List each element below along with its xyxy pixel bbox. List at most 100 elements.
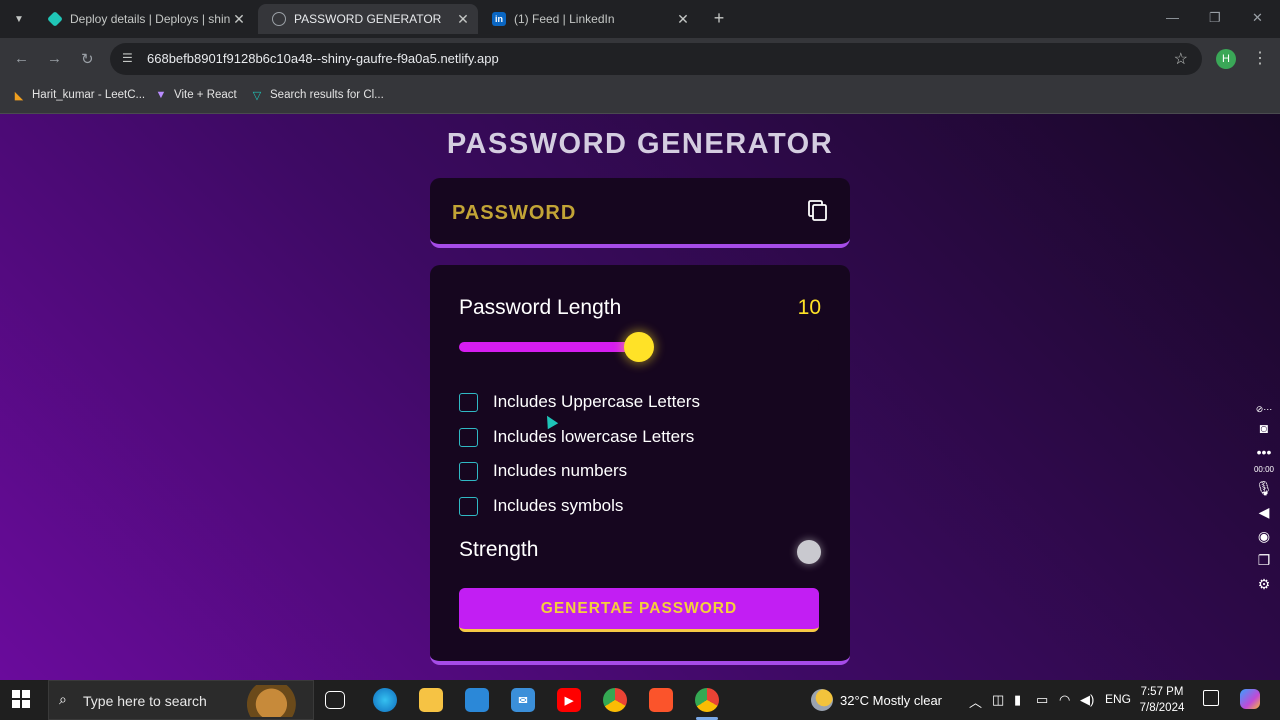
password-display: PASSWORD: [430, 178, 850, 248]
file-explorer-icon[interactable]: [419, 688, 443, 712]
bookmark-search-results[interactable]: ▽ Search results for Cl...: [250, 88, 384, 102]
option-numbers[interactable]: Includes numbers: [459, 461, 627, 481]
forward-icon[interactable]: →: [47, 50, 62, 67]
vuetify-icon: ▽: [252, 89, 262, 102]
search-highlight-image: [245, 685, 311, 717]
battery-icon[interactable]: ▭: [1036, 692, 1048, 708]
profile-avatar[interactable]: H: [1216, 49, 1236, 69]
option-label: Includes Uppercase Letters: [493, 392, 700, 411]
clock-time: 7:57 PM: [1140, 686, 1184, 698]
microphone-tray-icon[interactable]: ▮: [1014, 692, 1021, 708]
restore-icon[interactable]: ❐: [1209, 10, 1221, 26]
site-info-icon[interactable]: ☰: [122, 51, 136, 65]
chrome-active-icon[interactable]: [695, 688, 719, 712]
tab-linkedin[interactable]: in (1) Feed | LinkedIn ✕: [478, 4, 698, 34]
copy-icon[interactable]: [806, 198, 830, 222]
close-tab-icon[interactable]: ✕: [674, 11, 692, 28]
close-tab-icon[interactable]: ✕: [454, 11, 472, 28]
system-clock[interactable]: 7:57 PM 7/8/2024: [1136, 684, 1188, 716]
option-symbols[interactable]: Includes symbols: [459, 496, 623, 516]
task-view-icon[interactable]: [325, 691, 345, 709]
lowercase-checkbox[interactable]: [459, 427, 478, 447]
language-indicator[interactable]: ENG: [1105, 692, 1131, 706]
camera-icon[interactable]: ◙: [1250, 416, 1278, 440]
edge-icon[interactable]: [373, 688, 397, 712]
leetcode-icon: ◣: [14, 89, 24, 102]
tab-title: PASSWORD GENERATOR: [294, 12, 442, 26]
tab-search-icon[interactable]: ▼: [8, 8, 30, 30]
bookmark-vite-react[interactable]: ▼ Vite + React: [154, 88, 237, 102]
reload-icon[interactable]: ↻: [81, 50, 94, 68]
windows-icon[interactable]: ❐: [1250, 548, 1278, 572]
password-text: PASSWORD: [452, 202, 577, 224]
option-label: Includes symbols: [493, 496, 624, 515]
windows-start-icon[interactable]: [12, 690, 30, 708]
new-tab-button[interactable]: +: [708, 8, 730, 29]
weather-icon[interactable]: [811, 689, 833, 711]
clock-date: 7/8/2024: [1139, 702, 1185, 714]
bookmark-label: Search results for Cl...: [270, 89, 384, 101]
length-slider[interactable]: [459, 332, 819, 362]
meet-icon[interactable]: ◫: [992, 692, 1004, 708]
address-bar[interactable]: ☰ 668befb8901f9128b6c10a48--shiny-gaufre…: [110, 43, 1202, 75]
volume-icon[interactable]: ◀): [1080, 692, 1094, 708]
netlify-icon: [47, 11, 63, 27]
mail-icon[interactable]: ✉: [511, 688, 535, 712]
strength-indicator: [797, 540, 821, 564]
slider-fill: [459, 342, 639, 352]
close-window-icon[interactable]: ✕: [1252, 10, 1263, 26]
tab-deploy-details[interactable]: Deploy details | Deploys | shiny ✕: [34, 4, 254, 34]
option-lowercase[interactable]: Includes lowercase Letters: [459, 427, 694, 447]
option-uppercase[interactable]: Includes Uppercase Letters: [459, 392, 700, 412]
browser-menu-icon[interactable]: ⋮: [1252, 48, 1268, 68]
more-icon[interactable]: •••: [1250, 440, 1278, 464]
speaker-icon[interactable]: ◀: [1250, 500, 1278, 524]
wifi-icon[interactable]: ◠: [1059, 692, 1070, 708]
settings-gear-icon[interactable]: ⚙: [1250, 572, 1278, 596]
linkedin-icon: in: [492, 12, 506, 26]
tray-overflow-icon[interactable]: ︿: [969, 692, 982, 711]
vite-icon: ▼: [155, 89, 167, 101]
weather-text[interactable]: 32°C Mostly clear: [840, 693, 942, 708]
password-length-value: 10: [797, 296, 821, 319]
uppercase-checkbox[interactable]: [459, 392, 478, 412]
globe-icon: [272, 12, 286, 26]
recorder-toolbar: ⊘⋯ ◙ ••• 00:00 🎙︎ ◀ ◉ ❐ ⚙: [1250, 402, 1278, 596]
windows-taskbar: ⌕ Type here to search ✉ ▶ 32°C Mostly cl…: [0, 680, 1280, 720]
bookmarks-bar: ◣ Harit_kumar - LeetC... ▼ Vite + React …: [0, 80, 1280, 114]
minimize-icon[interactable]: —: [1166, 10, 1179, 25]
option-label: Includes lowercase Letters: [493, 427, 695, 446]
microsoft-store-icon[interactable]: [465, 688, 489, 712]
search-placeholder[interactable]: Type here to search: [83, 693, 207, 709]
close-tab-icon[interactable]: ✕: [230, 11, 248, 28]
generate-password-button[interactable]: GENERTAE PASSWORD: [459, 588, 819, 632]
taskbar-search[interactable]: ⌕ Type here to search: [48, 680, 314, 720]
back-icon[interactable]: ←: [14, 50, 29, 67]
page-title: PASSWORD GENERATOR: [446, 128, 834, 160]
tab-password-generator[interactable]: PASSWORD GENERATOR ✕: [258, 4, 478, 34]
brave-icon[interactable]: [649, 688, 673, 712]
numbers-checkbox[interactable]: [459, 461, 478, 481]
browser-toolbar: ← → ↻ ☰ 668befb8901f9128b6c10a48--shiny-…: [0, 38, 1280, 80]
url-text[interactable]: 668befb8901f9128b6c10a48--shiny-gaufre-f…: [147, 51, 499, 66]
copilot-icon[interactable]: [1240, 689, 1260, 709]
microphone-icon[interactable]: 🎙︎: [1250, 476, 1278, 500]
search-icon: ⌕: [59, 691, 67, 707]
youtube-icon[interactable]: ▶: [557, 688, 581, 712]
generator-card: Password Length 10 Includes Uppercase Le…: [430, 265, 850, 665]
slider-thumb[interactable]: [624, 332, 654, 362]
password-length-label: Password Length: [459, 296, 622, 319]
timer-icon: 00:00: [1253, 465, 1275, 474]
symbols-checkbox[interactable]: [459, 496, 478, 516]
webcam-icon[interactable]: ◉: [1250, 524, 1278, 548]
bookmark-leetcode[interactable]: ◣ Harit_kumar - LeetC...: [12, 88, 145, 102]
option-label: Includes numbers: [493, 461, 628, 480]
chrome-icon[interactable]: [603, 688, 627, 712]
bookmark-star-icon[interactable]: ☆: [1174, 49, 1188, 69]
browser-tab-strip: ▼ Deploy details | Deploys | shiny ✕ PAS…: [0, 0, 1280, 38]
strength-label: Strength: [459, 538, 539, 561]
pin-icon[interactable]: ⊘⋯: [1250, 402, 1278, 416]
bookmark-label: Vite + React: [174, 89, 237, 101]
page-content: PASSWORD GENERATOR PASSWORD Password Len…: [0, 114, 1280, 680]
notification-icon[interactable]: [1203, 690, 1219, 706]
